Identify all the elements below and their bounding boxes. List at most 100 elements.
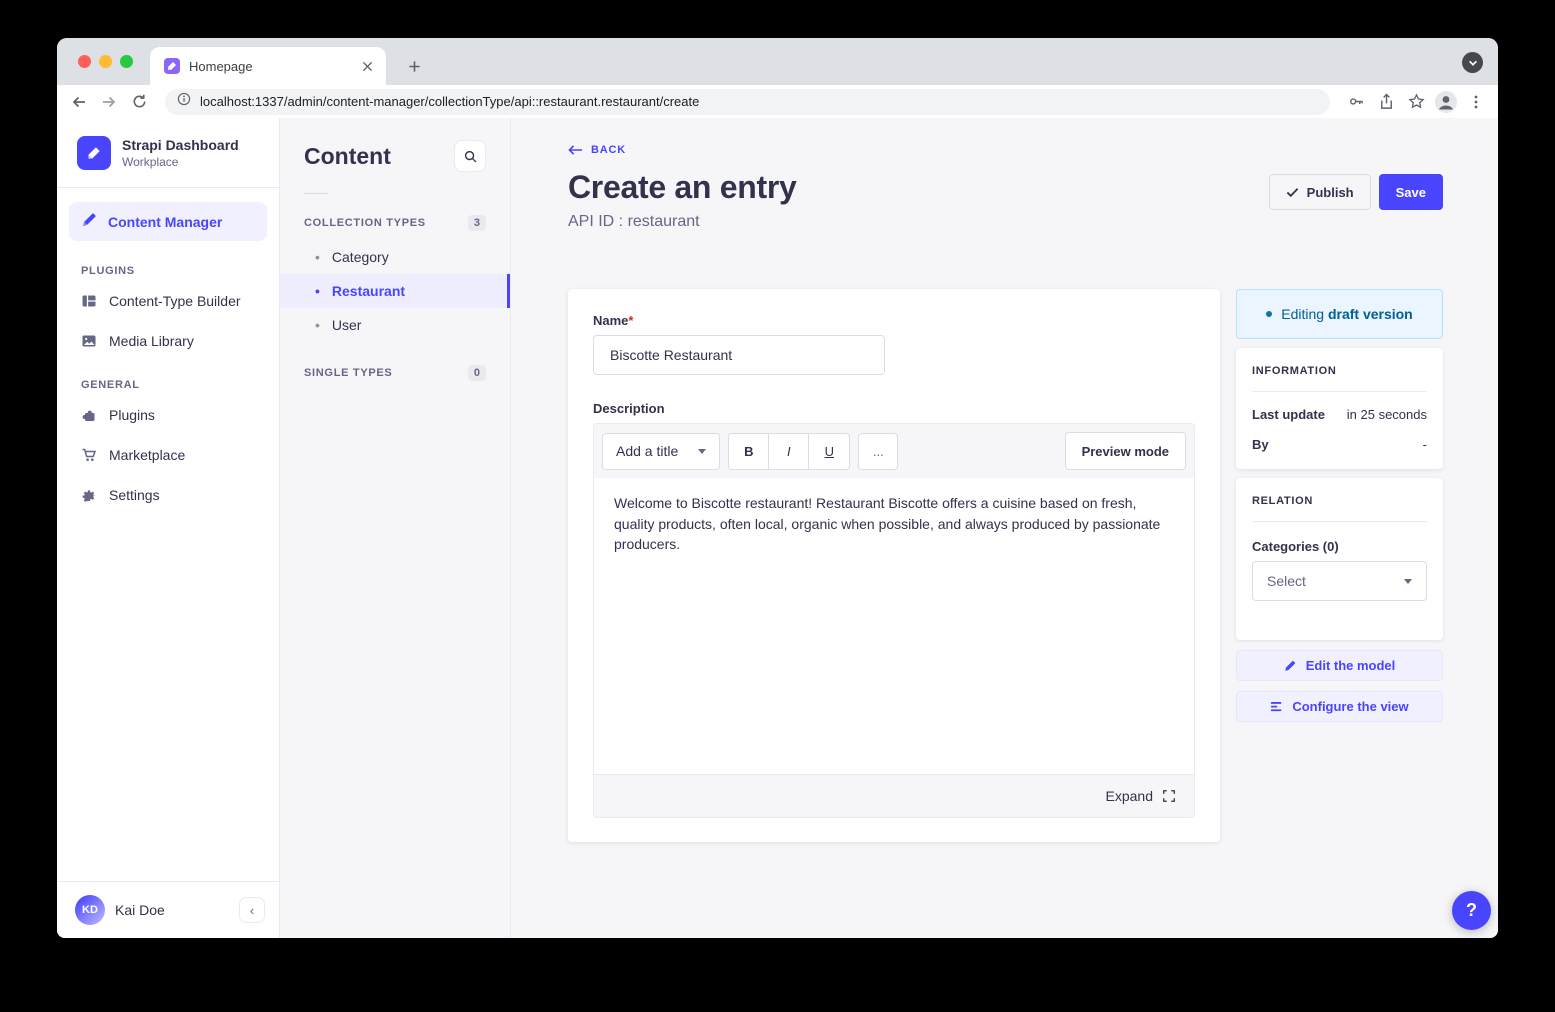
add-title-dropdown[interactable]: Add a title xyxy=(602,433,720,470)
browser-tab[interactable]: Homepage xyxy=(150,47,386,85)
entry-form-card: Name* Description Add a title B I xyxy=(568,289,1220,842)
close-window-button[interactable] xyxy=(78,55,91,68)
categories-label: Categories (0) xyxy=(1252,539,1427,554)
password-key-icon[interactable] xyxy=(1344,90,1368,114)
browser-menu-icon[interactable] xyxy=(1464,90,1488,114)
draft-dot-icon xyxy=(1266,311,1272,317)
required-asterisk: * xyxy=(628,313,633,328)
name-input[interactable] xyxy=(593,335,885,375)
image-icon xyxy=(81,333,97,349)
new-tab-button[interactable] xyxy=(400,52,428,80)
puzzle-icon xyxy=(81,407,97,423)
relation-card: RELATION Categories (0) Select xyxy=(1236,478,1443,640)
minimize-window-button[interactable] xyxy=(99,55,112,68)
subnav-item-user[interactable]: • User xyxy=(280,308,510,342)
pen-icon xyxy=(81,212,97,231)
share-icon[interactable] xyxy=(1374,90,1398,114)
subnav-title: Content xyxy=(304,143,391,170)
more-formatting-button[interactable]: ... xyxy=(858,433,898,470)
reload-icon[interactable] xyxy=(127,90,151,114)
save-button[interactable]: Save xyxy=(1379,174,1443,210)
site-info-icon[interactable] xyxy=(177,92,191,111)
expand-icon xyxy=(1162,789,1176,803)
bullet-icon: • xyxy=(315,249,320,265)
page-title: Create an entry xyxy=(568,169,797,206)
search-button[interactable] xyxy=(454,140,486,172)
tab-close-icon[interactable] xyxy=(358,57,376,75)
search-icon xyxy=(463,149,478,164)
description-textarea[interactable]: Welcome to Biscotte restaurant! Restaura… xyxy=(594,478,1194,774)
underline-button[interactable]: U xyxy=(809,434,849,469)
url-bar[interactable]: localhost:1337/admin/content-manager/col… xyxy=(165,89,1330,115)
main-sidebar: Strapi Dashboard Workplace Content Manag… xyxy=(57,118,280,938)
single-types-count-badge: 0 xyxy=(468,365,486,381)
sidebar-section-plugins: PLUGINS xyxy=(57,247,279,281)
bullet-icon: • xyxy=(315,317,320,333)
subnav-item-category[interactable]: • Category xyxy=(280,240,510,274)
publish-button[interactable]: Publish xyxy=(1269,174,1371,210)
chevron-down-icon xyxy=(698,449,706,454)
tab-title: Homepage xyxy=(189,59,349,74)
configure-view-button[interactable]: Configure the view xyxy=(1236,691,1443,722)
subnav-item-restaurant[interactable]: • Restaurant xyxy=(280,274,510,308)
entry-aside: Editing draft version INFORMATION Last u… xyxy=(1236,289,1443,722)
cart-icon xyxy=(81,447,97,463)
divider xyxy=(304,193,328,194)
categories-select[interactable]: Select xyxy=(1252,561,1427,601)
editor-toolbar: Add a title B I U ... Preview mode xyxy=(594,424,1194,478)
browser-window: Homepage localhost:1337/admin/content-ma… xyxy=(57,38,1498,938)
sidebar-item-media-library[interactable]: Media Library xyxy=(57,321,279,361)
preview-mode-button[interactable]: Preview mode xyxy=(1065,432,1186,470)
user-profile-row[interactable]: KD Kai Doe ‹ xyxy=(57,881,279,938)
information-title: INFORMATION xyxy=(1252,365,1427,392)
bold-button[interactable]: B xyxy=(729,434,769,469)
sidebar-item-label: Content Manager xyxy=(108,214,222,230)
name-field-label: Name* xyxy=(593,313,1195,328)
collapse-sidebar-button[interactable]: ‹ xyxy=(239,897,265,923)
expand-editor-button[interactable]: Expand xyxy=(594,774,1194,817)
by-row: By - xyxy=(1252,437,1427,452)
information-card: INFORMATION Last update in 25 seconds By… xyxy=(1236,348,1443,469)
sidebar-item-plugins[interactable]: Plugins xyxy=(57,395,279,435)
draft-status-banner: Editing draft version xyxy=(1236,289,1443,339)
main-content: BACK Create an entry API ID : restaurant… xyxy=(511,118,1498,938)
tab-search-chevron-icon[interactable] xyxy=(1462,52,1483,73)
strapi-logo-icon xyxy=(77,136,111,170)
italic-button[interactable]: I xyxy=(769,434,809,469)
workspace-brand[interactable]: Strapi Dashboard Workplace xyxy=(57,118,279,188)
sidebar-item-settings[interactable]: Settings xyxy=(57,475,279,515)
sidebar-item-content-manager[interactable]: Content Manager xyxy=(69,202,267,241)
sidebar-section-general: GENERAL xyxy=(57,361,279,395)
collection-types-header: COLLECTION TYPES 3 xyxy=(280,206,510,240)
edit-model-button[interactable]: Edit the model xyxy=(1236,650,1443,681)
bookmark-star-icon[interactable] xyxy=(1404,90,1428,114)
layout-grid-icon xyxy=(81,293,97,309)
api-id-subtitle: API ID : restaurant xyxy=(568,213,797,231)
configure-lines-icon xyxy=(1270,700,1283,713)
content-subnav: Content COLLECTION TYPES 3 • Category • … xyxy=(280,118,511,938)
check-icon xyxy=(1286,187,1299,198)
browser-toolbar: localhost:1337/admin/content-manager/col… xyxy=(57,85,1498,118)
chevron-down-icon xyxy=(1404,579,1412,584)
maximize-window-button[interactable] xyxy=(120,55,133,68)
single-types-header: SINGLE TYPES 0 xyxy=(280,356,510,390)
pencil-icon xyxy=(1284,659,1297,672)
strapi-app: Strapi Dashboard Workplace Content Manag… xyxy=(57,118,1498,938)
sidebar-item-content-type-builder[interactable]: Content-Type Builder xyxy=(57,281,279,321)
relation-title: RELATION xyxy=(1252,495,1427,522)
collection-types-count-badge: 3 xyxy=(468,215,486,231)
sidebar-item-marketplace[interactable]: Marketplace xyxy=(57,435,279,475)
browser-profile-avatar[interactable] xyxy=(1434,90,1458,114)
last-update-row: Last update in 25 seconds xyxy=(1252,407,1427,422)
url-text[interactable]: localhost:1337/admin/content-manager/col… xyxy=(200,94,699,109)
forward-nav-icon[interactable] xyxy=(97,90,121,114)
back-link[interactable]: BACK xyxy=(568,144,626,156)
help-button[interactable]: ? xyxy=(1452,891,1491,930)
bullet-icon: • xyxy=(315,283,320,299)
user-name: Kai Doe xyxy=(115,902,229,918)
workspace-subtitle: Workplace xyxy=(122,155,239,169)
back-nav-icon[interactable] xyxy=(67,90,91,114)
back-arrow-icon xyxy=(568,144,583,156)
window-controls xyxy=(78,55,133,68)
gear-icon xyxy=(81,487,97,503)
